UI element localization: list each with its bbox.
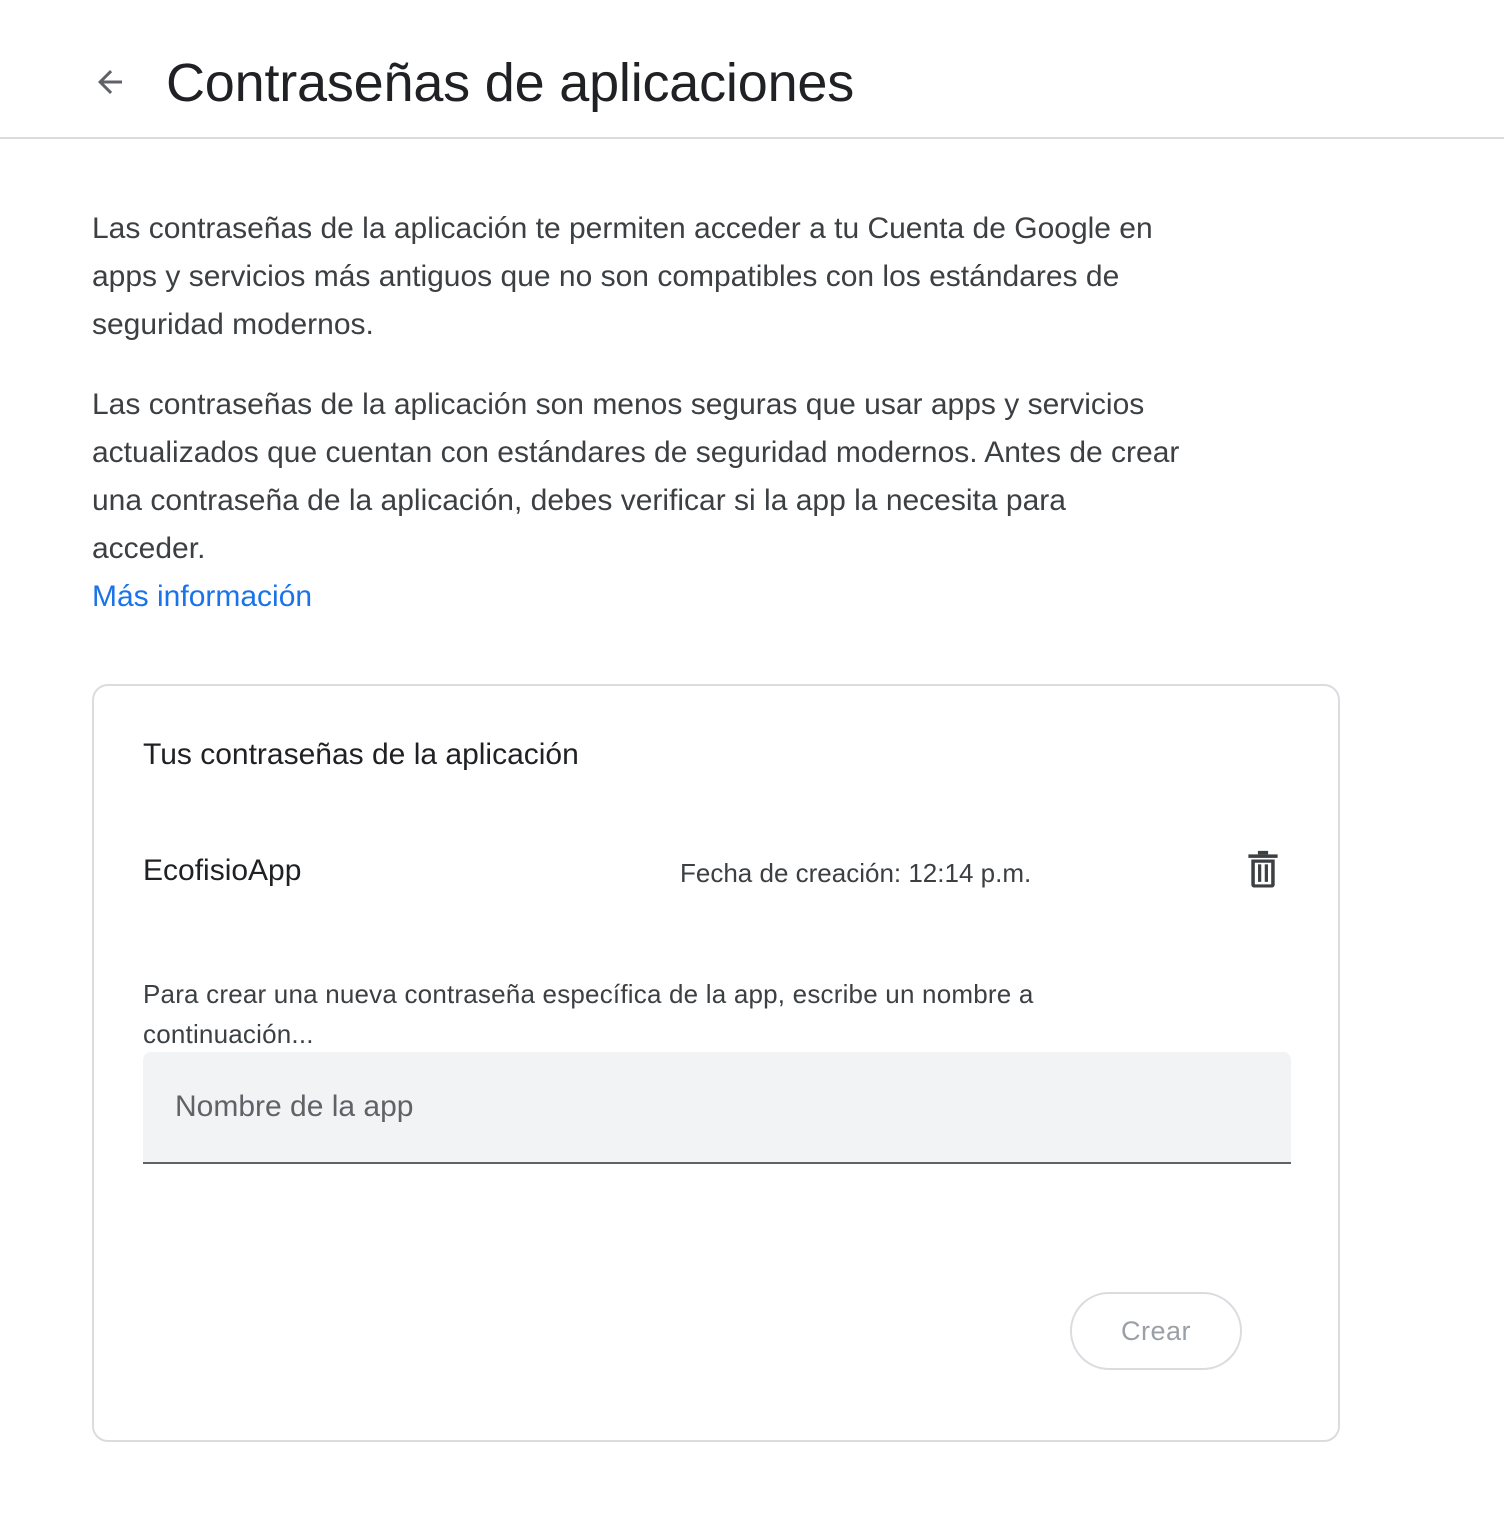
intro-section: Las contraseñas de la aplicación te perm… (92, 205, 1182, 621)
create-help-text: Para crear una nueva contraseña específi… (143, 979, 1034, 1049)
card-title: Tus contraseñas de la aplicación (143, 738, 579, 771)
app-name-input[interactable] (143, 1052, 1291, 1162)
page-title: Contraseñas de aplicaciones (166, 53, 855, 113)
app-passwords-card: Tus contraseñas de la aplicación Ecofisi… (92, 684, 1340, 1442)
password-list-item: EcofisioApp Fecha de creación: 12:14 p.m… (143, 846, 1293, 902)
intro-paragraph-2-text: Las contraseñas de la aplicación son men… (92, 388, 1180, 565)
page-header: Contraseñas de aplicaciones (0, 0, 1504, 139)
password-created-date: Fecha de creación: 12:14 p.m. (680, 858, 1032, 888)
back-button[interactable] (84, 58, 136, 110)
intro-paragraph-1: Las contraseñas de la aplicación te perm… (92, 212, 1153, 341)
trash-icon (1245, 850, 1281, 893)
arrow-back-icon (92, 64, 128, 105)
app-name-field (143, 1052, 1291, 1164)
learn-more-link[interactable]: Más información (92, 573, 1182, 621)
intro-paragraph-2: Las contraseñas de la aplicación son men… (92, 381, 1182, 621)
delete-password-button[interactable] (1238, 846, 1288, 896)
password-app-name: EcofisioApp (143, 854, 302, 887)
create-button[interactable]: Crear (1070, 1292, 1242, 1370)
